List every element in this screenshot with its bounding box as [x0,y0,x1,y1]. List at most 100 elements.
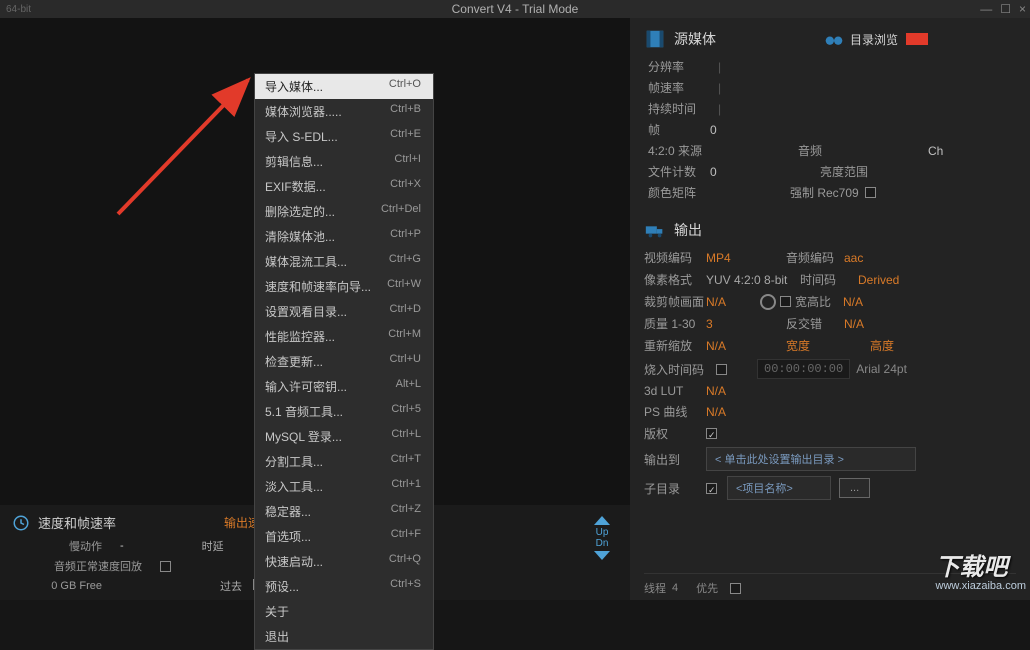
priority-label: 优先 [696,580,718,596]
menu-item-label: 预设... [265,578,299,595]
crop-value[interactable]: N/A [706,295,756,309]
menu-item-3[interactable]: 剪辑信息...Ctrl+I [255,149,433,174]
threads-value[interactable]: 4 [672,582,678,594]
menu-item-21[interactable]: 关于 [255,599,433,624]
luma-label: 亮度范围 [820,163,880,180]
menu-item-15[interactable]: 分割工具...Ctrl+T [255,449,433,474]
right-footer: 线程 4 优先 [644,573,1016,596]
quality-label: 质量 1-30 [644,315,706,332]
width-label[interactable]: 宽度 [786,337,810,354]
framerate-label: 帧速率 [648,79,710,96]
down-arrow-icon[interactable] [594,551,610,560]
menu-item-shortcut: Ctrl+X [390,178,421,195]
menu-item-shortcut: Ctrl+O [389,78,421,95]
menu-item-20[interactable]: 预设...Ctrl+S [255,574,433,599]
aspect-value[interactable]: N/A [843,295,893,309]
vcodec-value[interactable]: MP4 [706,251,756,265]
subdir-field[interactable]: <项目名称> [727,476,831,500]
binoculars-icon[interactable] [824,29,844,49]
speed-panel-title: 速度和帧速率 [38,513,116,532]
menu-item-shortcut: Alt+L [396,378,421,395]
menu-item-16[interactable]: 淡入工具...Ctrl+1 [255,474,433,499]
copyright-checkbox[interactable] [706,428,717,439]
menu-item-label: 清除媒体池... [265,228,335,245]
record-badge [906,33,928,45]
rescale-label: 重新缩放 [644,337,706,354]
menu-item-shortcut: Ctrl+1 [391,478,421,495]
pixfmt-label: 像素格式 [644,271,706,288]
menu-item-shortcut: Ctrl+L [391,428,421,445]
menu-item-label: 首选项... [265,528,311,545]
menu-item-5[interactable]: 删除选定的...Ctrl+Del [255,199,433,224]
menu-item-19[interactable]: 快速启动... Ctrl+Q [255,549,433,574]
crop-checkbox[interactable] [780,296,791,307]
execute-button[interactable]: ... [839,478,870,498]
up-arrow-icon[interactable] [594,516,610,525]
lut3d-value[interactable]: N/A [706,384,756,398]
menu-item-13[interactable]: 5.1 音频工具...Ctrl+5 [255,399,433,424]
browse-dir-label[interactable]: 目录浏览 [850,31,898,48]
preview-pane: 导入媒体...Ctrl+O媒体浏览器.....Ctrl+B导入 S-EDL...… [0,18,630,600]
menu-item-label: 稳定器... [265,503,311,520]
menu-item-label: 关于 [265,603,289,620]
normal-playback-checkbox[interactable] [160,561,171,572]
menu-item-17[interactable]: 稳定器...Ctrl+Z [255,499,433,524]
maximize-button[interactable]: ☐ [1000,2,1011,16]
properties-pane: 源媒体 目录浏览 分辨率| 帧速率| 持续时间| 帧0 4:2:0 来源 音频 … [630,18,1030,600]
menu-item-label: 速度和帧速率向导... [265,278,371,295]
priority-checkbox[interactable] [730,583,741,594]
menu-item-0[interactable]: 导入媒体...Ctrl+O [255,74,433,99]
menu-item-6[interactable]: 清除媒体池...Ctrl+P [255,224,433,249]
normal-playback-label: 音频正常速度回放 [12,558,142,574]
pixfmt-value[interactable]: YUV 4:2:0 8-bit [706,273,796,287]
menu-item-22[interactable]: 退出 [255,624,433,649]
pscurve-value[interactable]: N/A [706,405,756,419]
deint-value[interactable]: N/A [844,317,894,331]
menu-item-shortcut: Ctrl+5 [391,403,421,420]
menu-item-1[interactable]: 媒体浏览器.....Ctrl+B [255,99,433,124]
menu-item-7[interactable]: 媒体混流工具...Ctrl+G [255,249,433,274]
menu-item-label: 删除选定的... [265,203,335,220]
subdir-checkbox[interactable] [706,483,717,494]
menu-item-shortcut: Ctrl+W [387,278,421,295]
acodec-value[interactable]: aac [844,251,894,265]
menu-item-shortcut: Ctrl+I [394,153,421,170]
menu-item-10[interactable]: 性能监控器...Ctrl+M [255,324,433,349]
window-title: Convert V4 - Trial Mode [452,2,579,16]
slowmo-label: 慢动作 [12,538,102,554]
timecode-field[interactable]: 00:00:00:00 [757,359,850,379]
menu-item-11[interactable]: 检查更新...Ctrl+U [255,349,433,374]
titlebar: 64-bit Convert V4 - Trial Mode — ☐ × [0,0,1030,18]
source-media-title: 源媒体 [674,29,716,49]
delay-label: 时延 [202,538,224,554]
menu-item-label: MySQL 登录... [265,428,342,445]
menu-item-4[interactable]: EXIF数据...Ctrl+X [255,174,433,199]
menu-item-shortcut: Ctrl+U [390,353,421,370]
menu-item-12[interactable]: 输入许可密钥...Alt+L [255,374,433,399]
menu-item-2[interactable]: 导入 S-EDL...Ctrl+E [255,124,433,149]
output-path-field[interactable]: < 单击此处设置输出目录 > [706,447,916,471]
crop-radio[interactable] [760,294,776,310]
slowmo-value[interactable]: - [120,540,124,552]
menu-item-label: 快速启动... [265,553,323,570]
minimize-button[interactable]: — [980,2,992,16]
deint-label: 反交错 [786,315,844,332]
updn-control[interactable]: Up Dn [594,516,610,560]
font-value[interactable]: Arial 24pt [856,362,907,376]
menu-item-18[interactable]: 首选项...Ctrl+F [255,524,433,549]
menu-item-8[interactable]: 速度和帧速率向导... Ctrl+W [255,274,433,299]
vcodec-label: 视频编码 [644,249,706,266]
menu-item-9[interactable]: 设置观看目录...Ctrl+D [255,299,433,324]
burntc-checkbox[interactable] [716,364,727,375]
burntc-label: 烧入时间码 [644,361,716,378]
timecode-value[interactable]: Derived [858,273,908,287]
outputto-label: 输出到 [644,451,706,468]
arrow-annotation [108,74,268,234]
force709-checkbox[interactable] [865,187,876,198]
close-button[interactable]: × [1019,2,1026,16]
rescale-value[interactable]: N/A [706,339,756,353]
height-label[interactable]: 高度 [870,337,894,354]
menu-item-14[interactable]: MySQL 登录... Ctrl+L [255,424,433,449]
quality-value[interactable]: 3 [706,317,756,331]
menu-item-shortcut: Ctrl+Q [389,553,421,570]
